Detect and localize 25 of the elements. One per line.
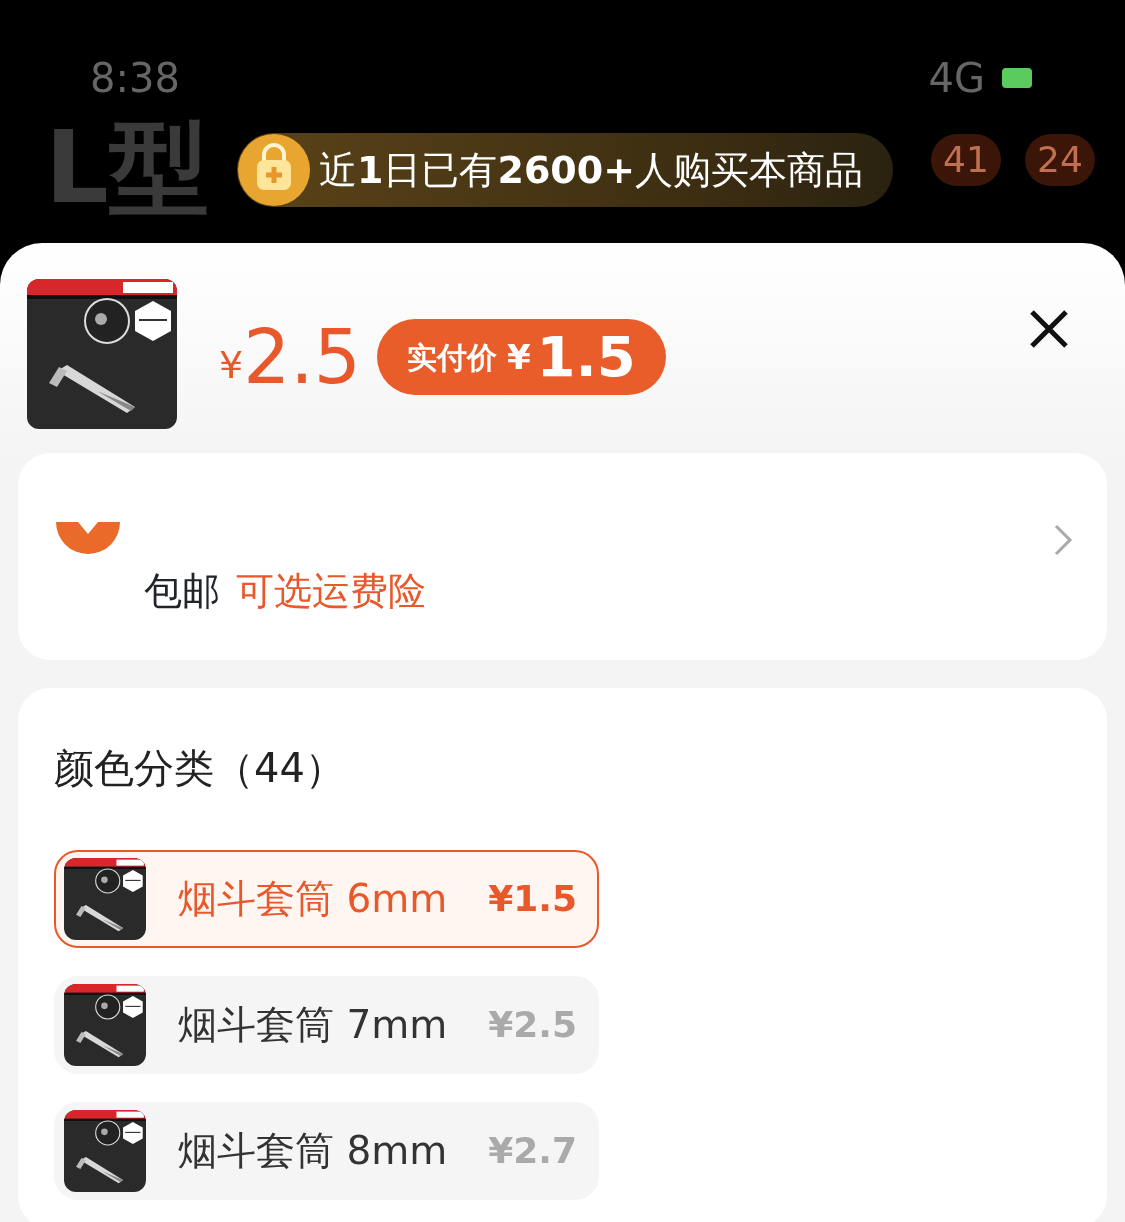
currency-symbol: ¥ — [219, 342, 244, 389]
section-title: 颜色分类（44） — [54, 744, 346, 793]
option-price: ¥1.5 — [488, 877, 577, 921]
paid-price-label: 实付价 — [406, 338, 497, 377]
status-time: 8:38 — [90, 54, 180, 103]
option-price: ¥2.7 — [488, 1129, 577, 1173]
option-price: ¥2.5 — [488, 1003, 577, 1047]
option-name: 烟斗套筒 7mm — [178, 1000, 448, 1049]
currency-symbol: ¥ — [506, 335, 531, 379]
shipping-label: 包邮 — [144, 568, 220, 615]
option-item[interactable]: 烟斗套筒 7mm ¥2.5 — [54, 976, 599, 1074]
shipping-insurance-link[interactable]: 可选运费险 — [236, 563, 426, 620]
paid-price: 1.5 — [536, 323, 636, 391]
option-name: 烟斗套筒 6mm — [178, 874, 448, 923]
shipping-card[interactable]: 包邮 可选运费险 — [18, 453, 1107, 660]
network-label: 4G — [928, 54, 985, 103]
option-item[interactable]: 烟斗套筒 8mm ¥2.7 — [54, 1102, 599, 1200]
option-name: 烟斗套筒 8mm — [178, 1126, 448, 1175]
price: 2.5 — [243, 320, 361, 394]
page-title: L型 — [45, 118, 209, 218]
battery-icon — [1001, 67, 1035, 89]
chevron-right-icon — [1053, 522, 1073, 557]
count-badge: 24 — [1025, 134, 1095, 186]
count-badge: 41 — [931, 134, 1001, 186]
banner-text: 近1日已有2600+人购买本商品 — [319, 146, 864, 194]
